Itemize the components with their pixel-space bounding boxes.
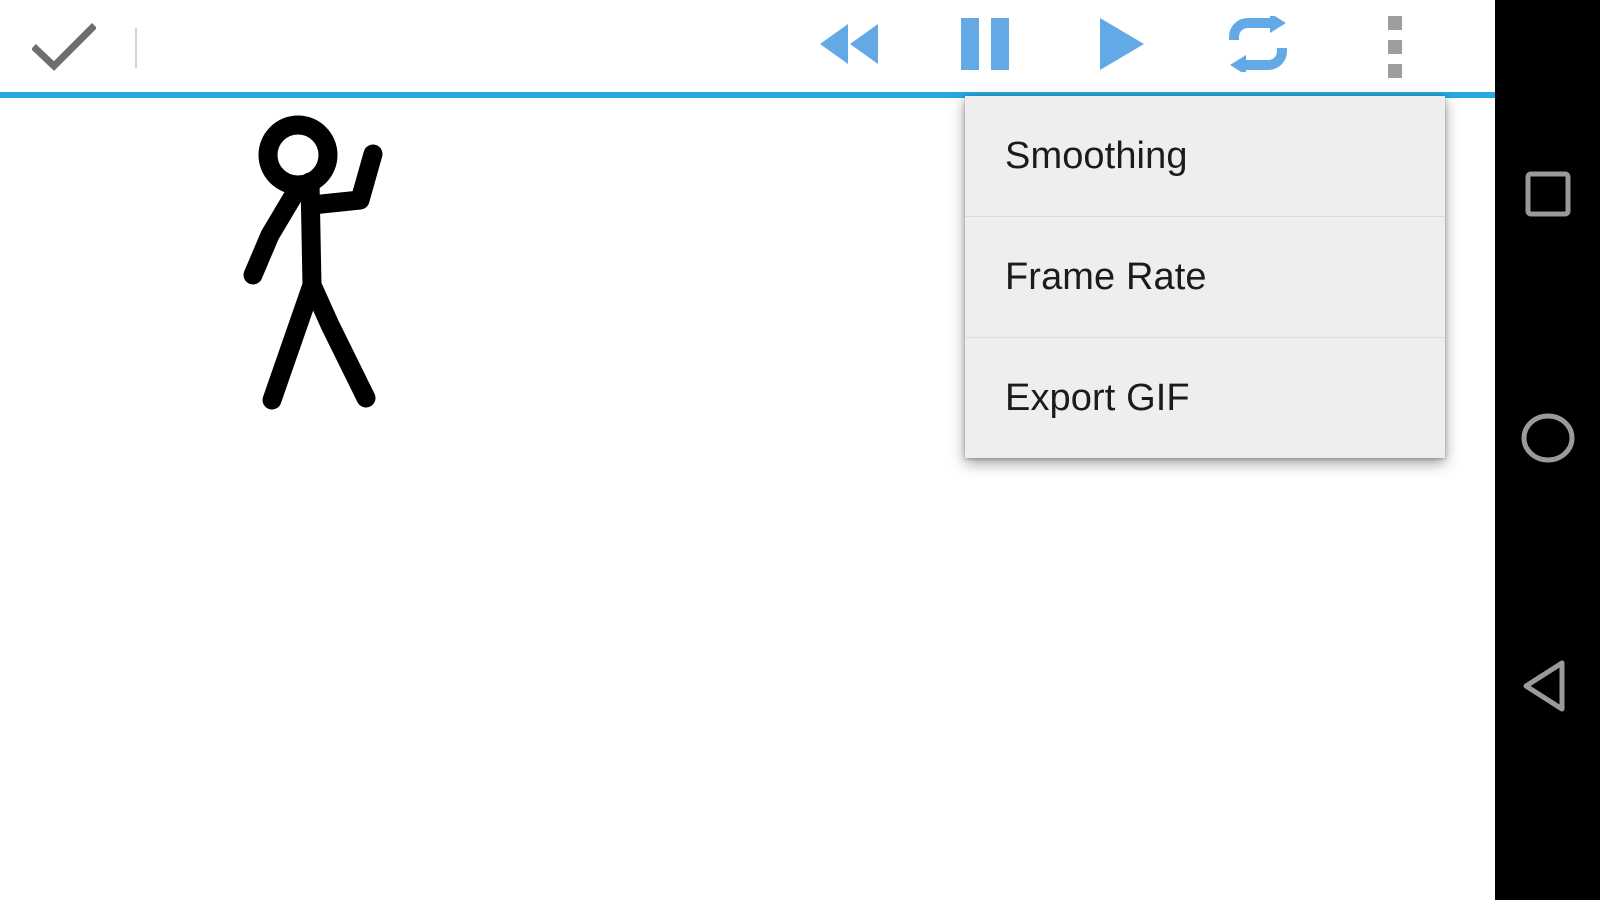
app-area: Smoothing Frame Rate Export GIF <box>0 0 1495 900</box>
android-navigation-bar <box>1495 0 1600 900</box>
overflow-menu-button[interactable] <box>1358 0 1432 93</box>
play-button[interactable] <box>1073 0 1169 93</box>
nav-recents-button[interactable] <box>1495 144 1600 249</box>
nav-home-button[interactable] <box>1495 388 1600 493</box>
top-toolbar <box>0 0 1495 93</box>
rewind-icon <box>815 21 881 72</box>
stick-figure-drawing <box>232 110 432 435</box>
square-icon <box>1520 166 1576 227</box>
nav-back-button[interactable] <box>1495 636 1600 741</box>
more-vertical-icon <box>1388 15 1402 78</box>
menu-item-export-gif[interactable]: Export GIF <box>965 338 1445 458</box>
circle-icon <box>1518 408 1578 473</box>
menu-item-frame-rate[interactable]: Frame Rate <box>965 217 1445 337</box>
triangle-left-icon <box>1518 655 1578 722</box>
menu-item-label: Smoothing <box>1005 134 1188 177</box>
pause-button[interactable] <box>937 0 1033 93</box>
loop-button[interactable] <box>1210 0 1306 93</box>
play-icon <box>1094 16 1148 77</box>
menu-item-label: Export GIF <box>1005 376 1190 419</box>
overflow-dropdown-menu[interactable]: Smoothing Frame Rate Export GIF <box>965 96 1445 458</box>
pause-icon <box>956 17 1014 76</box>
accept-button[interactable] <box>14 0 114 93</box>
rewind-button[interactable] <box>800 0 896 93</box>
menu-item-label: Frame Rate <box>1005 255 1207 298</box>
loop-icon <box>1220 13 1296 77</box>
toolbar-divider <box>135 28 137 68</box>
screen: Smoothing Frame Rate Export GIF <box>0 0 1600 900</box>
check-icon <box>32 22 96 71</box>
menu-item-smoothing[interactable]: Smoothing <box>965 96 1445 216</box>
